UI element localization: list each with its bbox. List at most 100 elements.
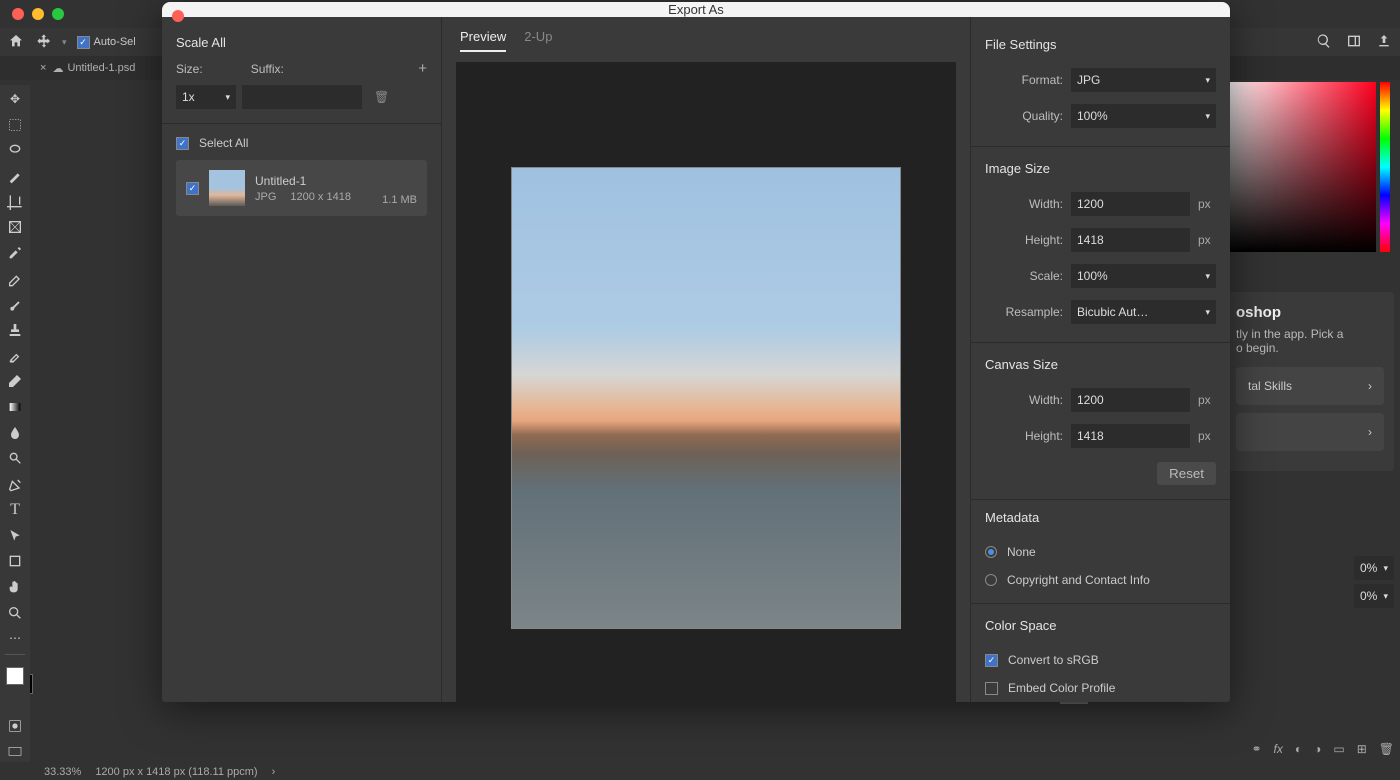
crop-tool-icon[interactable]: [4, 192, 26, 212]
dialog-close-icon[interactable]: [172, 10, 184, 22]
panel-icon[interactable]: [1346, 33, 1362, 52]
type-tool-icon[interactable]: T: [4, 500, 26, 520]
layer-mask-icon[interactable]: ◐: [1295, 742, 1302, 756]
marquee-tool-icon[interactable]: [4, 115, 26, 135]
scale-panel: Scale All Size: Suffix: + 1x▾ 🗑 ✓ Select…: [162, 17, 442, 702]
status-zoom[interactable]: 33.33%: [44, 766, 81, 778]
eyedropper-tool-icon[interactable]: [4, 243, 26, 263]
format-dropdown[interactable]: JPG▾: [1071, 68, 1216, 92]
discover-title: oshop: [1236, 304, 1384, 321]
history-brush-tool-icon[interactable]: [4, 346, 26, 366]
width-input[interactable]: 1200: [1071, 192, 1190, 216]
image-size-title: Image Size: [985, 161, 1216, 176]
chevron-right-icon[interactable]: ›: [272, 766, 276, 778]
cloud-icon: ☁: [52, 62, 63, 75]
scale-all-label: Scale All: [176, 35, 427, 50]
stamp-tool-icon[interactable]: [4, 320, 26, 340]
fill-dropdown[interactable]: 0%▾: [1354, 584, 1394, 608]
screen-mode-icon[interactable]: [4, 742, 26, 762]
eraser-tool-icon[interactable]: [4, 372, 26, 392]
add-scale-icon[interactable]: +: [418, 60, 427, 77]
healing-brush-tool-icon[interactable]: [4, 269, 26, 289]
link-layers-icon[interactable]: ⚭: [1251, 742, 1261, 756]
window-maximize-icon[interactable]: [52, 8, 64, 20]
delete-scale-icon[interactable]: 🗑: [374, 90, 389, 104]
unit-px: px: [1198, 233, 1216, 247]
blur-tool-icon[interactable]: [4, 423, 26, 443]
brush-tool-icon[interactable]: [4, 295, 26, 315]
zoom-tool-icon[interactable]: [4, 603, 26, 623]
unit-px: px: [1198, 429, 1216, 443]
hand-tool-icon[interactable]: [4, 577, 26, 597]
height-label: Height:: [985, 233, 1063, 247]
document-tab-label[interactable]: Untitled-1.psd: [67, 62, 135, 74]
asset-row[interactable]: ✓ Untitled-1 JPG 1200 x 1418 1.1 MB: [176, 160, 427, 216]
auto-select-check[interactable]: ✓ Auto-Sel: [77, 36, 136, 49]
metadata-copyright-radio[interactable]: [985, 574, 997, 586]
convert-srgb-label: Convert to sRGB: [1008, 653, 1099, 667]
dodge-tool-icon[interactable]: [4, 449, 26, 469]
lasso-tool-icon[interactable]: [4, 140, 26, 160]
scale-dropdown[interactable]: 100%▾: [1071, 264, 1216, 288]
quality-label: Quality:: [985, 109, 1063, 123]
adjustment-layer-icon[interactable]: ◑: [1314, 742, 1321, 756]
new-layer-icon[interactable]: ⊞: [1357, 742, 1367, 756]
size-dropdown[interactable]: 1x▾: [176, 85, 236, 109]
quick-mask-icon[interactable]: [4, 717, 26, 737]
canvas-width-input[interactable]: 1200: [1071, 388, 1190, 412]
height-input[interactable]: 1418: [1071, 228, 1190, 252]
status-bar: 33.33% 1200 px x 1418 px (118.11 ppcm) ›: [30, 764, 275, 780]
reset-button[interactable]: Reset: [1157, 462, 1216, 485]
preview-canvas[interactable]: [456, 62, 956, 702]
tab-preview[interactable]: Preview: [460, 29, 506, 52]
canvas-height-input[interactable]: 1418: [1071, 424, 1190, 448]
hue-slider[interactable]: [1380, 82, 1390, 252]
move-tool-icon[interactable]: ✥: [4, 89, 26, 109]
width-label: Width:: [985, 197, 1063, 211]
color-picker[interactable]: [1226, 82, 1376, 252]
discover-item[interactable]: tal Skills›: [1236, 367, 1384, 405]
search-icon[interactable]: [1316, 33, 1332, 52]
convert-srgb-checkbox[interactable]: ✓: [985, 654, 998, 667]
path-select-tool-icon[interactable]: [4, 526, 26, 546]
preview-image: [511, 167, 901, 629]
asset-checkbox[interactable]: ✓: [186, 182, 199, 195]
opacity-dropdown[interactable]: 0%▾: [1354, 556, 1394, 580]
select-all-label: Select All: [199, 136, 248, 150]
embed-profile-checkbox[interactable]: [985, 682, 998, 695]
resample-dropdown[interactable]: Bicubic Aut…▾: [1071, 300, 1216, 324]
unit-px: px: [1198, 393, 1216, 407]
file-settings-title: File Settings: [985, 37, 1216, 52]
dropdown-chevron-icon[interactable]: ▾: [62, 37, 67, 48]
color-swatch[interactable]: [6, 667, 24, 685]
home-icon[interactable]: [8, 33, 26, 51]
layer-group-icon[interactable]: ▭: [1333, 742, 1344, 756]
discover-item[interactable]: ›: [1236, 413, 1384, 451]
settings-panel: File Settings Format:JPG▾ Quality:100%▾ …: [970, 17, 1230, 702]
move-tool-icon[interactable]: [36, 33, 52, 52]
shape-tool-icon[interactable]: [4, 551, 26, 571]
window-close-icon[interactable]: [12, 8, 24, 20]
asset-format: JPG: [255, 191, 276, 203]
color-space-title: Color Space: [985, 618, 1216, 633]
status-doc-info[interactable]: 1200 px x 1418 px (118.11 ppcm): [95, 766, 257, 778]
window-minimize-icon[interactable]: [32, 8, 44, 20]
delete-layer-icon[interactable]: 🗑: [1379, 742, 1394, 756]
layer-fx-icon[interactable]: fx: [1274, 742, 1283, 756]
select-all-checkbox[interactable]: ✓: [176, 137, 189, 150]
suffix-input[interactable]: [242, 85, 362, 109]
export-as-dialog: Export As Scale All Size: Suffix: + 1x▾ …: [162, 2, 1230, 702]
asset-dims: 1200 x 1418: [290, 191, 351, 203]
tab-close-icon[interactable]: ×: [40, 62, 46, 74]
suffix-label: Suffix:: [251, 62, 284, 76]
asset-name: Untitled-1: [255, 174, 372, 188]
pen-tool-icon[interactable]: [4, 474, 26, 494]
frame-tool-icon[interactable]: [4, 217, 26, 237]
quality-dropdown[interactable]: 100%▾: [1071, 104, 1216, 128]
share-icon[interactable]: [1376, 33, 1392, 52]
more-tools-icon[interactable]: ⋯: [4, 628, 26, 648]
tab-2up[interactable]: 2-Up: [524, 29, 552, 52]
metadata-none-radio[interactable]: [985, 546, 997, 558]
wand-tool-icon[interactable]: [4, 166, 26, 186]
gradient-tool-icon[interactable]: [4, 397, 26, 417]
